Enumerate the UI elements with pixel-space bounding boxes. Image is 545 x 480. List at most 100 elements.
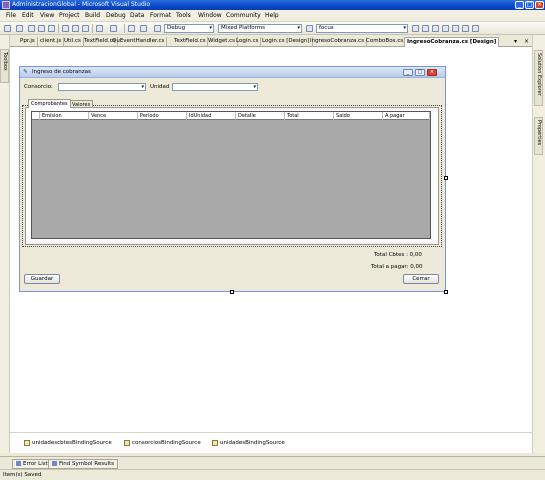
status-bar: Item(s) Saved (0, 469, 545, 480)
find-combo-value: focus (319, 25, 334, 31)
doc-tab-login-cs[interactable]: Login.cs (234, 37, 262, 47)
column-header-total[interactable]: Total (285, 112, 334, 120)
new-project-icon[interactable] (4, 25, 11, 32)
tray-consorcios-binding-source[interactable]: consorciosBindingSource (124, 439, 201, 448)
minimize-button[interactable]: _ (515, 1, 524, 9)
tray-unidades-binding-source[interactable]: unidadesBindingSource (212, 439, 285, 448)
chevron-down-icon: ▾ (253, 84, 256, 90)
consorcio-combo[interactable]: ▾ (58, 83, 146, 91)
form-icon: ✎ (23, 69, 28, 75)
column-header-a-pagar[interactable]: A pagar (383, 112, 430, 120)
column-header-emision[interactable]: Emision (40, 112, 89, 120)
comprobantes-grid[interactable]: Emision Vence Periodo IdUnidad Detalle T… (31, 111, 431, 239)
column-header-periodo[interactable]: Periodo (138, 112, 187, 120)
window-titlebar: AdministracionGlobal - Microsoft Visual … (0, 0, 545, 10)
solution-platform-select[interactable]: Mixed Platforms ▾ (218, 24, 302, 33)
error-list-tab[interactable]: Error List (12, 459, 52, 469)
close-button[interactable]: × (535, 1, 544, 9)
menu-tools[interactable]: Tools (176, 12, 191, 20)
right-tool-strip: Solution Explorer Properties (532, 35, 545, 453)
toolbar-separator (58, 24, 59, 33)
active-files-dropdown[interactable]: ▾ (514, 37, 517, 46)
component-tray: unidadescbtesBindingSource consorciosBin… (10, 432, 532, 453)
find-in-files-icon[interactable] (412, 25, 419, 32)
column-header-detalle[interactable]: Detalle (236, 112, 285, 120)
error-list-tab-label: Error List (23, 461, 48, 467)
toolbox-icon[interactable] (452, 25, 459, 32)
cut-icon[interactable] (62, 25, 69, 32)
status-text: Item(s) Saved (3, 472, 42, 478)
consorcio-label: Consorcio: (24, 84, 53, 90)
doc-tab-ingresocobranza-design[interactable]: IngresoCobranza.cs [Design] (404, 37, 500, 47)
find-icon[interactable] (306, 25, 313, 32)
object-browser-icon[interactable] (442, 25, 449, 32)
column-header-saldo[interactable]: Saldo (334, 112, 383, 120)
find-combo[interactable]: focus ▾ (316, 24, 408, 33)
resize-handle-corner[interactable] (444, 290, 448, 294)
navigate-forward-icon[interactable] (140, 25, 147, 32)
doc-tab-ppr-js[interactable]: Ppr.js (18, 37, 38, 47)
paste-icon[interactable] (82, 25, 89, 32)
grid-header: Emision Vence Periodo IdUnidad Detalle T… (32, 112, 430, 120)
menu-project[interactable]: Project (59, 12, 80, 20)
guardar-button[interactable]: Guardar (24, 274, 60, 284)
menu-view[interactable]: View (40, 12, 54, 20)
menu-file[interactable]: File (6, 12, 16, 20)
menu-debug[interactable]: Debug (106, 12, 126, 20)
properties-tab-label: Properties (536, 120, 542, 146)
maximize-button[interactable]: □ (525, 1, 534, 9)
designed-form[interactable]: ✎ Ingreso de cobranzas _ □ × Consorcio: … (19, 66, 446, 292)
find-symbol-results-tab[interactable]: Find Symbol Results (48, 459, 119, 469)
undo-icon[interactable] (96, 25, 103, 32)
menu-edit[interactable]: Edit (22, 12, 34, 20)
save-icon[interactable] (38, 25, 45, 32)
doc-tab-textfield-cs-2[interactable]: TextField.cs (172, 37, 209, 47)
bottom-tool-tabs: Error List Find Symbol Results (0, 456, 545, 469)
properties-tab[interactable]: Properties (534, 117, 543, 155)
resize-handle-right[interactable] (444, 176, 448, 180)
menu-community[interactable]: Community (226, 12, 261, 20)
doc-tab-queventhandler-cs[interactable]: QuEventHandler.cs (110, 37, 168, 47)
doc-tab-ingresocobranza-cs[interactable]: IngresoCobranza.cs (308, 37, 368, 47)
document-outline-icon[interactable] (472, 25, 479, 32)
start-page-icon[interactable] (462, 25, 469, 32)
toolbox-tab[interactable]: Toolbox (0, 49, 9, 83)
copy-icon[interactable] (72, 25, 79, 32)
menu-window[interactable]: Window (198, 12, 222, 20)
unidad-combo[interactable]: ▾ (172, 83, 258, 91)
properties-window-icon[interactable] (432, 25, 439, 32)
resize-handle-bottom[interactable] (230, 290, 234, 294)
solution-configuration-select[interactable]: Debug ▾ (164, 24, 214, 33)
cerrar-button[interactable]: Cerrar (403, 274, 439, 284)
unidad-label: Unidad (150, 84, 170, 90)
menu-data[interactable]: Data (130, 12, 144, 20)
doc-tab-combobox-cs[interactable]: ComboBox.cs (364, 37, 407, 47)
form-maximize-icon: □ (415, 69, 425, 76)
column-header-idunidad[interactable]: IdUnidad (187, 112, 236, 120)
tray-unidadescbtes-binding-source[interactable]: unidadescbtesBindingSource (24, 439, 112, 448)
menu-build[interactable]: Build (85, 12, 100, 20)
save-all-icon[interactable] (48, 25, 55, 32)
redo-icon[interactable] (110, 25, 117, 32)
menu-format[interactable]: Format (150, 12, 171, 20)
menu-help[interactable]: Help (265, 12, 279, 20)
column-header-vence[interactable]: Vence (89, 112, 138, 120)
visual-studio-icon (2, 1, 10, 9)
start-debugging-icon[interactable] (154, 25, 161, 32)
error-list-icon (16, 461, 21, 466)
solution-explorer-tab[interactable]: Solution Explorer (534, 50, 543, 106)
binding-source-icon (124, 439, 130, 446)
doc-tab-client-js[interactable]: client.js (38, 37, 65, 47)
form-minimize-icon: _ (403, 69, 413, 76)
solution-explorer-icon[interactable] (422, 25, 429, 32)
close-document-button[interactable]: × (524, 37, 529, 46)
window-title: AdministracionGlobal - Microsoft Visual … (12, 1, 151, 8)
tray-item-label: unidadesBindingSource (220, 440, 285, 446)
open-file-icon[interactable] (28, 25, 35, 32)
doc-tab-util-cs[interactable]: Util.cs (62, 37, 84, 47)
navigate-backward-icon[interactable] (128, 25, 135, 32)
document-tab-strip: Ppr.js client.js Util.cs TextField.cs Qu… (10, 35, 532, 47)
tab-comprobantes[interactable]: Comprobantes (28, 99, 71, 108)
doc-tab-login-design[interactable]: Login.cs [Design] (260, 37, 313, 47)
add-item-icon[interactable] (16, 25, 23, 32)
